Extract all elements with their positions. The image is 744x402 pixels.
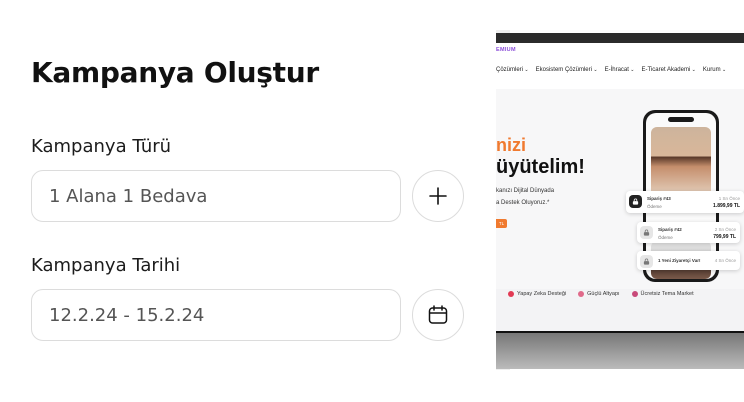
notification-amount: 1.899,99 TL (713, 203, 740, 209)
preview-features: Yapay Zeka Desteği Güçlü Altyapı Ücretsi… (496, 285, 744, 303)
preview-brand: EMIUM (496, 47, 516, 53)
notification-time: 2 Sn Önce (714, 227, 736, 232)
notification-subtitle: Ödeme (658, 235, 673, 240)
notification-time: 1 Sn Önce (718, 196, 740, 201)
campaign-type-value: 1 Alana 1 Bedava (49, 185, 208, 207)
preview-headline: üyütelim! (496, 156, 585, 178)
preview-headline: nizi (496, 135, 526, 155)
model-photo (651, 127, 711, 199)
preview-cta: TL (496, 219, 507, 228)
campaign-form: Kampanya Oluştur Kampanya Türü 1 Alana 1… (0, 0, 496, 402)
feature-item: Ücretsiz Tema Market (631, 291, 694, 297)
preview-nav-item: Ekosistem Çözümleri (536, 67, 598, 73)
campaign-type-field[interactable]: 1 Alana 1 Bedava (31, 170, 401, 222)
feature-item: Güçlü Altyapı (578, 291, 620, 297)
lock-icon (640, 226, 653, 239)
sparkle-icon (508, 291, 514, 297)
preview-subtitle: a Destek Oluyoruz.* (496, 200, 550, 206)
order-notification: Sipariş #43 Ödeme 1 Sn Önce 1.899,99 TL (626, 191, 744, 213)
preview-header (496, 43, 744, 89)
page-title: Kampanya Oluştur (31, 56, 319, 89)
preview-topbar (496, 33, 744, 43)
notification-amount: 799,99 TL (713, 234, 736, 240)
notification-time: 4 Sn Önce (714, 258, 736, 263)
preview-nav-item: Kurum (703, 67, 726, 73)
campaign-date-field[interactable]: 12.2.24 - 15.2.24 (31, 289, 401, 341)
lock-icon (640, 255, 653, 268)
notification-subtitle: Ödeme (647, 204, 662, 209)
preview-subtitle: kanızı Dijital Dünyada (496, 188, 555, 194)
order-notification: Sipariş #42 Ödeme 2 Sn Önce 799,99 TL (637, 222, 740, 243)
feature-item: Yapay Zeka Desteği (508, 291, 566, 297)
notification-title: 1 Yeni Ziyaretçi Var! (658, 258, 701, 263)
add-campaign-type-button[interactable] (412, 170, 464, 222)
laptop-base (496, 333, 744, 369)
website-preview: EMIUM Çözümleri Ekosistem Çözümleri E-İh… (496, 33, 744, 369)
palette-icon (631, 291, 638, 297)
plus-icon (428, 186, 448, 206)
notification-title: Sipariş #43 (647, 196, 671, 201)
notification-title: Sipariş #42 (658, 227, 682, 232)
phone-notch (668, 117, 694, 122)
visitor-notification: 1 Yeni Ziyaretçi Var! 4 Sn Önce (637, 251, 740, 270)
preview-nav: Çözümleri Ekosistem Çözümleri E-İhracat … (496, 67, 726, 73)
date-picker-button[interactable] (412, 289, 464, 341)
preview-nav-item: E-İhracat (605, 67, 635, 73)
preview-nav-item: Çözümleri (496, 67, 529, 73)
lock-icon (629, 195, 642, 208)
campaign-type-label: Kampanya Türü (31, 136, 172, 157)
campaign-date-value: 12.2.24 - 15.2.24 (49, 304, 205, 326)
shield-icon (578, 291, 585, 297)
preview-nav-item: E-Ticaret Akademi (642, 67, 696, 73)
campaign-date-label: Kampanya Tarihi (31, 255, 181, 276)
calendar-icon (427, 304, 449, 326)
